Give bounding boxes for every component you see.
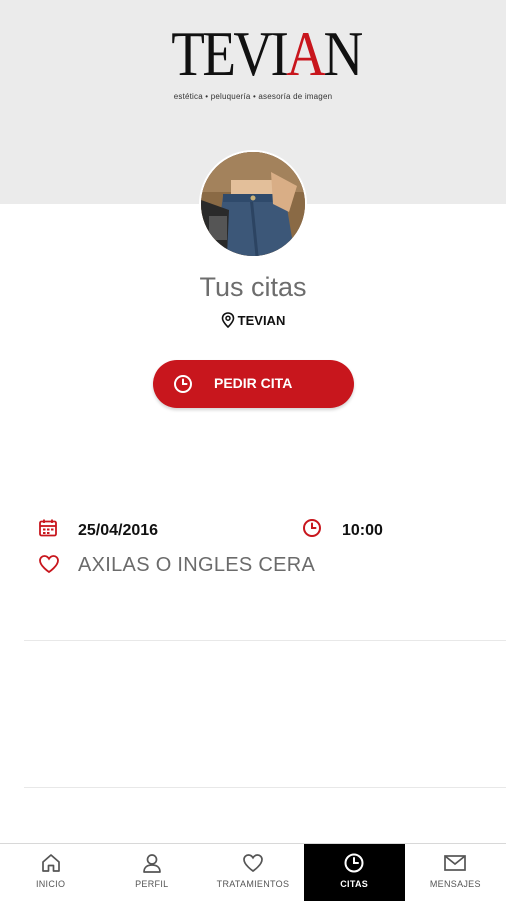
user-icon	[142, 854, 161, 873]
nav-item-inicio[interactable]: INICIO	[0, 844, 101, 901]
location-label: TEVIAN	[237, 313, 286, 328]
heart-icon	[243, 854, 263, 873]
calendar-icon	[39, 519, 57, 537]
mail-icon	[444, 855, 467, 871]
appointment-treatment-value: AXILAS O INGLES CERA	[78, 554, 316, 576]
appointment-time-value: 10:00	[342, 522, 383, 539]
appointment-date-value: 25/04/2016	[78, 522, 159, 539]
home-icon	[41, 854, 60, 872]
appointment-time: 10:00	[302, 518, 383, 540]
request-appointment-button[interactable]: PEDIR CITA	[153, 360, 354, 408]
nav-label: MENSAJES	[429, 879, 481, 889]
nav-label: CITAS	[340, 879, 369, 889]
nav-item-citas[interactable]: CITAS	[303, 844, 405, 901]
nav-label: INICIO	[35, 879, 66, 889]
nav-label: PERFIL	[135, 879, 169, 889]
request-appointment-label: PEDIR CITA	[214, 375, 293, 391]
salon-avatar	[199, 150, 307, 258]
nav-label: TRATAMIENTOS	[216, 879, 290, 889]
divider	[24, 787, 506, 788]
salon-location: TEVIAN	[0, 312, 506, 329]
heart-icon	[39, 555, 59, 574]
brand-logo: TEVIAN estética • peluquería • asesoría …	[158, 18, 363, 101]
nav-item-mensajes[interactable]: MENSAJES	[405, 844, 506, 901]
bottom-nav: INICIO PERFIL TRATAMIENTOS CITAS MENSAJE…	[0, 843, 506, 901]
appointment-treatment: AXILAS O INGLES CERA	[38, 554, 315, 577]
page-title: Tus citas	[199, 272, 307, 302]
clock-icon	[344, 853, 364, 873]
appointment-date: 25/04/2016	[38, 518, 158, 540]
nav-item-perfil[interactable]: PERFIL	[101, 844, 202, 901]
logo-tagline: estética • peluquería • asesoría de imag…	[173, 92, 333, 101]
nav-item-tratamientos[interactable]: TRATAMIENTOS	[202, 844, 303, 901]
logo-wordmark: TEVIAN	[171, 18, 363, 89]
map-pin-icon	[221, 312, 234, 329]
divider	[24, 640, 506, 641]
clock-icon	[303, 519, 321, 537]
clock-icon	[174, 375, 192, 393]
